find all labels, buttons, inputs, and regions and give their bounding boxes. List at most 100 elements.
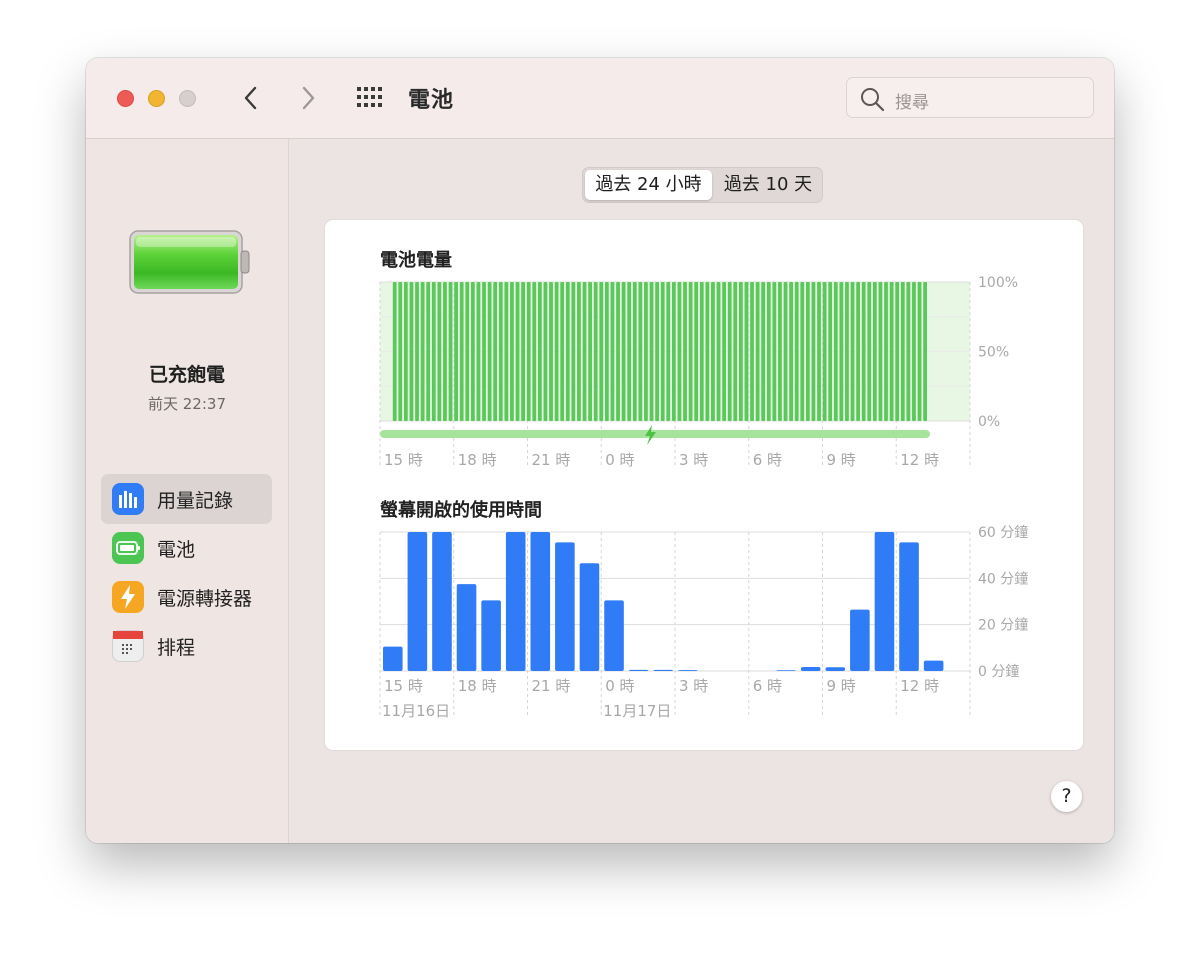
help-button[interactable]: ? <box>1051 781 1082 812</box>
battery-level-bar <box>415 282 419 421</box>
usage-charts-card: 電池電量 100% 50% 0% 15 時 18 時 21 時 0 時 3 時 6 時 9 時 12 … <box>325 220 1083 750</box>
battery-level-bar <box>632 282 637 421</box>
usage-bar <box>850 609 870 671</box>
y-tick-label: 50% <box>978 345 1009 361</box>
battery-level-bar <box>727 282 732 421</box>
battery-status-title: 已充飽電 <box>148 364 225 386</box>
x-tick-label: 12 時 <box>900 451 939 469</box>
battery-level-bar <box>861 282 866 421</box>
usage-charts: 電池電量 100% 50% 0% 15 時 18 時 21 時 0 時 3 時 6 時 9 時 12 … <box>379 249 1028 720</box>
sidebar: 已充飽電 前天 22:37 用量記錄 電池 電源轉接器 排程 <box>86 139 289 843</box>
battery-level-bar <box>638 282 643 421</box>
usage-bar <box>579 563 600 671</box>
date-label: 11月17日 <box>603 702 671 720</box>
close-window-button[interactable] <box>117 90 134 107</box>
battery-status-time: 前天 22:37 <box>148 395 226 413</box>
battery-level-bar <box>884 282 888 421</box>
title-bar: 電池 搜尋 <box>86 58 1114 139</box>
chart-title: 電池電量 <box>380 249 452 271</box>
battery-level-bar <box>403 282 408 421</box>
battery-level-bar <box>845 282 849 421</box>
battery-level-bar <box>912 282 916 421</box>
battery-level-bar <box>493 282 498 421</box>
sidebar-item-schedule[interactable]: 排程 <box>101 621 272 671</box>
chevron-left-icon <box>244 86 257 110</box>
x-tick-label: 3 時 <box>679 677 708 695</box>
range-option-24-hours[interactable]: 過去 24 小時 <box>585 170 712 200</box>
x-tick-label: 21 時 <box>532 677 571 695</box>
main-content: 過去 24 小時 過去 10 天 電池電量 100% 50% 0% 15 時 18 時 21… <box>289 139 1114 843</box>
battery-level-bar <box>426 282 431 421</box>
back-button[interactable] <box>236 82 266 114</box>
usage-bar <box>653 669 673 671</box>
range-option-10-days[interactable]: 過去 10 天 <box>714 170 822 200</box>
sidebar-item-battery[interactable]: 電池 <box>101 523 272 573</box>
zoom-window-button[interactable] <box>179 90 196 107</box>
battery-level-bar <box>750 282 754 421</box>
sidebar-item-label: 用量記錄 <box>157 490 234 512</box>
battery-level-bar <box>761 282 766 421</box>
sidebar-item-label: 排程 <box>157 637 196 659</box>
usage-bar <box>432 532 452 671</box>
battery-level-bar <box>789 282 793 421</box>
x-tick-label: 0 時 <box>605 677 634 695</box>
usage-bar <box>923 660 944 671</box>
battery-level-bar <box>510 282 514 421</box>
battery-level-bar <box>610 282 615 421</box>
search-field[interactable]: 搜尋 <box>846 77 1094 118</box>
bolt-icon <box>112 581 144 613</box>
usage-bar <box>604 600 624 671</box>
chevron-right-icon <box>302 86 315 110</box>
battery-level-bar <box>906 282 911 421</box>
usage-bar <box>874 532 895 671</box>
time-range-selector[interactable]: 過去 24 小時 過去 10 天 <box>582 167 823 203</box>
battery-level-bar <box>677 282 682 421</box>
battery-level-bar <box>470 282 475 421</box>
usage-bar <box>800 667 821 671</box>
charging-indicator-bar <box>380 430 930 438</box>
battery-level-bar <box>599 282 604 421</box>
battery-level-bar <box>465 282 470 421</box>
sidebar-item-usage-history[interactable]: 用量記錄 <box>101 474 272 524</box>
battery-level-bar <box>454 282 458 421</box>
x-tick-label: 12 時 <box>900 677 939 695</box>
usage-bar <box>505 532 526 671</box>
battery-level-bar <box>917 282 922 421</box>
battery-level-bar <box>409 282 414 421</box>
battery-level-bar <box>521 282 525 421</box>
minimize-window-button[interactable] <box>148 90 165 107</box>
battery-level-bar <box>738 282 743 421</box>
battery-level-bar <box>448 282 453 421</box>
battery-level-bar <box>766 282 771 421</box>
y-tick-label: 20 分鐘 <box>978 617 1028 634</box>
battery-level-bar <box>476 282 481 421</box>
battery-level-bar <box>549 282 553 421</box>
battery-level-bar <box>733 282 738 421</box>
battery-level-bar <box>649 282 654 421</box>
usage-bar <box>407 532 428 671</box>
battery-level-bar <box>504 282 509 421</box>
battery-level-bar <box>856 282 860 421</box>
usage-bar <box>825 667 846 671</box>
x-tick-label: 15 時 <box>384 677 423 695</box>
battery-level-bar <box>543 282 548 421</box>
battery-icon <box>112 532 144 564</box>
battery-level-bar <box>889 282 894 421</box>
usage-bar <box>555 542 575 671</box>
battery-level-bar <box>437 282 442 421</box>
y-tick-label: 100% <box>978 275 1018 291</box>
battery-level-bar <box>459 282 464 421</box>
battery-level-bar <box>716 282 721 421</box>
battery-level-bar <box>660 282 665 421</box>
usage-bar <box>678 670 698 671</box>
x-tick-label: 9 時 <box>827 451 856 469</box>
sidebar-item-power-adapter[interactable]: 電源轉接器 <box>101 572 272 622</box>
battery-level-bar <box>867 282 872 421</box>
usage-bar <box>628 669 649 671</box>
battery-level-bar <box>850 282 855 421</box>
show-all-button[interactable] <box>356 86 386 108</box>
battery-level-bar <box>392 282 397 421</box>
forward-button[interactable] <box>293 82 323 114</box>
battery-level-bar <box>839 282 844 421</box>
y-tick-label: 0 分鐘 <box>978 663 1019 680</box>
